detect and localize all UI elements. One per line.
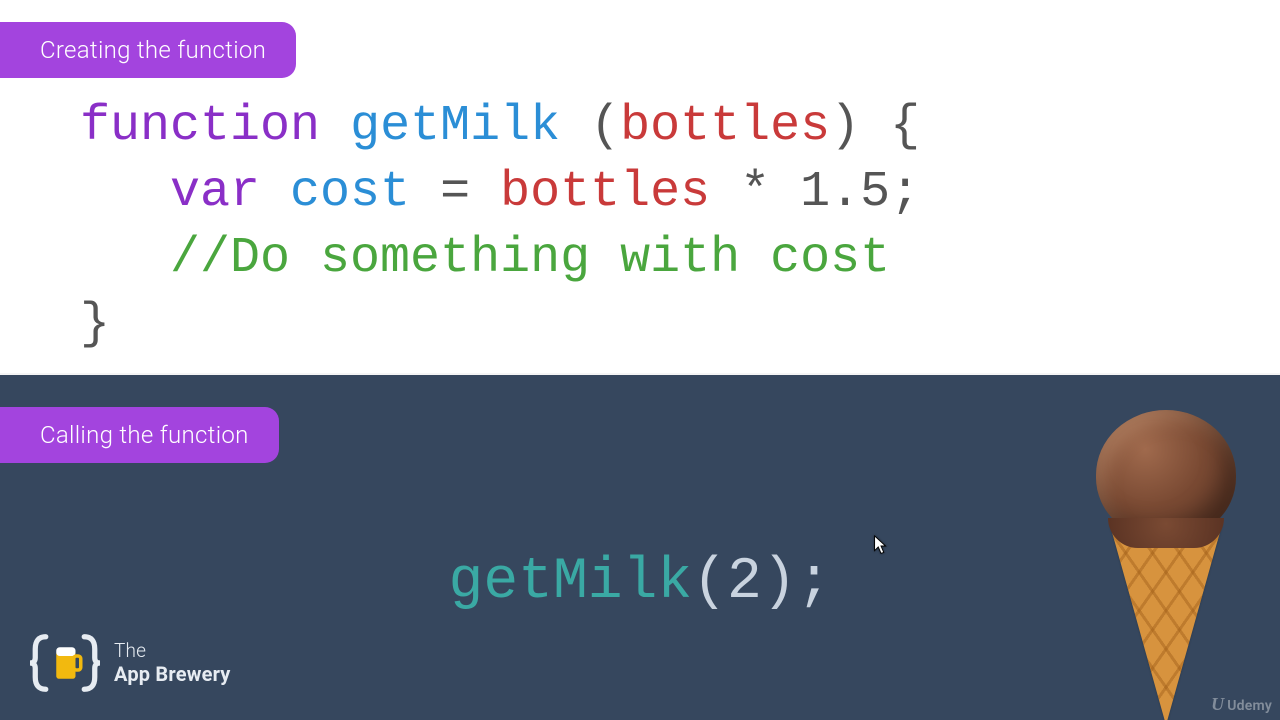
indent xyxy=(80,164,170,221)
param-bottles: bottles xyxy=(620,98,830,155)
identifier-bottles: bottles xyxy=(500,164,710,221)
function-name: getMilk xyxy=(350,98,560,155)
braces-beer-icon xyxy=(30,630,100,696)
brewery-line-1: The xyxy=(114,639,146,662)
function-definition-code: function getMilk (bottles) { var cost = … xyxy=(80,94,920,358)
call-paren-open: ( xyxy=(692,550,727,615)
creating-function-panel: Creating the function function getMilk (… xyxy=(0,0,1280,375)
paren-close-brace: ) { xyxy=(830,98,920,155)
app-brewery-text: The App Brewery xyxy=(114,640,231,687)
paren-open: ( xyxy=(560,98,620,155)
top-badge: Creating the function xyxy=(0,22,296,78)
comment-line: //Do something with cost xyxy=(170,230,890,287)
multiply-literal: * 1.5; xyxy=(710,164,920,221)
keyword-var: var xyxy=(170,164,260,221)
indent xyxy=(80,230,170,287)
udemy-u-icon: U xyxy=(1211,694,1224,715)
app-brewery-logo: The App Brewery xyxy=(30,630,231,696)
calling-function-panel: Calling the function getMilk(2); The App… xyxy=(0,375,1280,720)
identifier-cost: cost xyxy=(260,164,410,221)
keyword-function: function xyxy=(80,98,320,155)
brewery-line-2: App Brewery xyxy=(114,662,231,686)
ice-cream-cone-icon xyxy=(1086,410,1246,720)
call-paren-close-semi: ); xyxy=(762,550,832,615)
call-argument: 2 xyxy=(727,550,762,615)
udemy-brand-text: Udemy xyxy=(1227,698,1272,714)
call-name: getMilk xyxy=(449,550,693,615)
brace-close: } xyxy=(80,296,110,353)
assign-equals: = xyxy=(410,164,500,221)
bottom-badge: Calling the function xyxy=(0,407,279,463)
udemy-watermark: UUdemy xyxy=(1211,695,1272,716)
